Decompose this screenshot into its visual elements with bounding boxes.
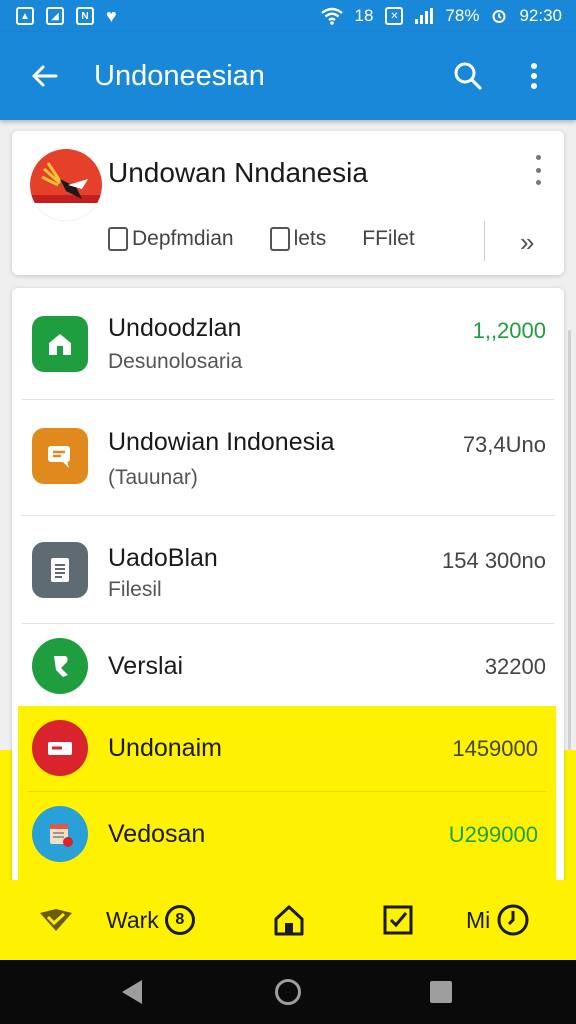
home-icon [274,905,304,936]
status-bar: ▲ ◢ N ♥ 18 ✕ 78% 92:30 [0,0,576,32]
list-item[interactable]: Vedosan U299000 [18,792,556,880]
header-actions: Depfmdian lets FFilet [108,227,451,251]
nav-tab-mi[interactable]: Mi [466,880,530,960]
calendar-icon [32,806,88,862]
list-item-value: 32200 [484,654,546,679]
action-filet[interactable]: FFilet [362,227,415,251]
nfc-icon: ✕ [385,7,404,25]
list-item-title: Verslai [108,652,184,680]
list-item-title: Undonaim [108,734,222,762]
more-vert-icon [531,63,537,89]
action-lets-label: lets [293,227,327,250]
list-item-subtitle: Desunolosaria [108,350,243,373]
more-dot [535,167,541,173]
heart-icon: ♥ [106,6,117,26]
palm-bird-icon [41,162,88,199]
header-more-button[interactable] [532,155,544,185]
notification-n-icon: N [76,7,94,25]
system-home-icon[interactable] [275,979,301,1005]
list-item-value: 73,4Uno [462,432,546,457]
app-bar: Undoneesian [0,32,576,120]
nav-badge: 8 [164,905,195,935]
card-icon [32,720,88,776]
header-card: Undowan Nndanesia Depfmdian lets FFilet … [12,131,564,275]
list-item-subtitle: (Tauunar) [108,466,198,489]
scrollbar[interactable] [568,330,571,750]
notification-chart-icon: ◢ [46,7,64,25]
list-item[interactable]: Undoodzlan Desunolosaria 1,,2000 [12,288,564,400]
clock-icon [497,904,529,936]
header-divider [484,221,485,261]
list-item[interactable]: Undowian Indonesia (Tauunar) 73,4Uno [12,400,564,516]
action-department-label: Depfmdian [132,227,234,250]
network-label: 18 [354,6,374,25]
list-item[interactable]: Undonaim 1459000 [18,706,556,792]
nav-tab-home[interactable] [272,880,306,960]
status-bar-right: 18 ✕ 78% 92:30 [320,6,562,26]
action-lets[interactable]: lets [269,227,327,251]
clock-text: 92:30 [519,6,562,25]
action-filet-label: FFilet [362,227,415,250]
home-icon [32,316,88,372]
search-icon [454,62,482,90]
clipboard-icon [269,227,290,251]
checkbox-icon [383,905,413,935]
overflow-menu-button[interactable] [514,56,554,96]
list-item-title: Undoodzlan [108,314,242,342]
list-item-value: 154 300no [442,548,546,573]
share-icon [32,638,88,694]
list-item-title: Undowian Indonesia [108,428,335,456]
document-icon [108,227,128,251]
list-item[interactable]: Verslai 32200 [12,624,564,706]
nav-tab-wark-label: Wark [106,906,159,933]
arrow-back-icon [32,65,58,87]
notification-image-icon: ▲ [16,7,34,25]
app-title: Undoneesian [94,59,265,92]
flag-avatar [30,149,102,221]
more-dot [535,155,541,160]
action-department[interactable]: Depfmdian [108,227,234,251]
nav-tab-wark[interactable]: Wark 8 [106,880,195,960]
nav-tab-check[interactable] [38,880,74,960]
list-item-title: Vedosan [108,820,206,848]
nav-tab-tasks[interactable] [382,880,414,960]
list-item-title: UadoBlan [108,544,218,572]
list-item-value: 1,,2000 [472,318,546,343]
bottom-nav: Wark 8 Mi [0,880,576,960]
header-title: Undowan Nndanesia [108,157,368,188]
more-dot [535,180,541,185]
status-bar-left: ▲ ◢ N ♥ [16,7,117,25]
system-recents-icon[interactable] [430,981,452,1003]
check-shield-icon [40,909,72,931]
list-item-value: 1459000 [452,736,538,761]
system-nav-bar [0,960,576,1024]
list-item-value: U299000 [448,822,538,847]
search-button[interactable] [448,56,488,96]
alarm-icon [492,10,506,23]
back-button[interactable] [24,56,64,96]
battery-text: 78% [445,6,480,25]
system-back-icon[interactable] [122,980,142,1004]
file-icon [32,542,88,598]
header-next-button[interactable]: » [520,227,534,258]
chat-icon [32,428,88,484]
wifi-icon [320,7,343,25]
list-item-subtitle: Filesil [108,578,162,601]
signal-icon [415,8,434,24]
nav-tab-mi-label: Mi [466,906,491,933]
list-item[interactable]: UadoBlan Filesil 154 300no [12,516,564,624]
